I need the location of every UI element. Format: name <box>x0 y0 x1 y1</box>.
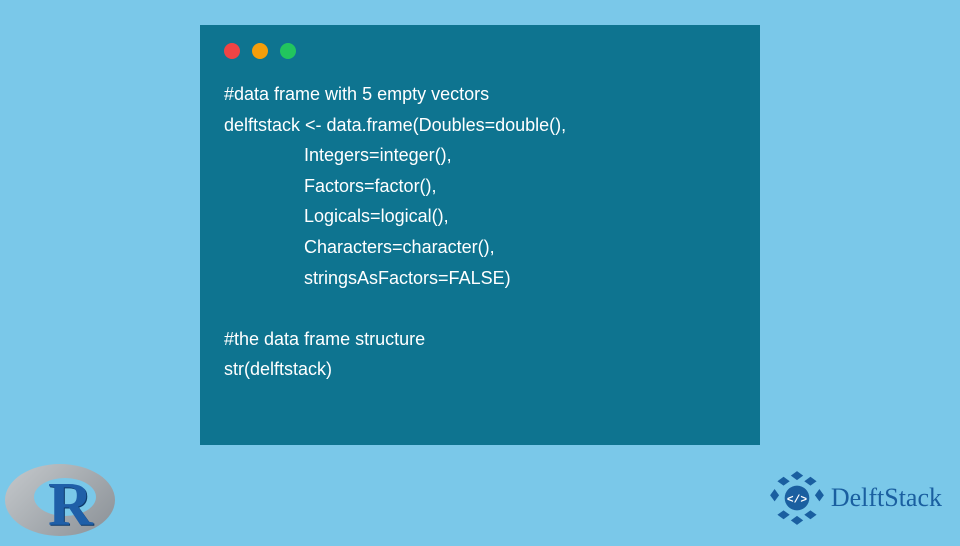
code-line: Logicals=logical(), <box>224 206 449 226</box>
minimize-icon <box>252 43 268 59</box>
code-content: #data frame with 5 empty vectors delftst… <box>224 79 736 385</box>
svg-text:</>: </> <box>787 494 807 506</box>
code-line: delftstack <- data.frame(Doubles=double(… <box>224 115 566 135</box>
code-window: #data frame with 5 empty vectors delftst… <box>200 25 760 445</box>
code-line: Integers=integer(), <box>224 145 452 165</box>
window-traffic-lights <box>224 43 736 59</box>
delftstack-label: DelftStack <box>831 483 942 513</box>
close-icon <box>224 43 240 59</box>
code-line: Factors=factor(), <box>224 176 437 196</box>
code-line: #data frame with 5 empty vectors <box>224 84 489 104</box>
maximize-icon <box>280 43 296 59</box>
code-line: stringsAsFactors=FALSE) <box>224 268 511 288</box>
r-logo-letter: R <box>48 470 93 541</box>
code-line: Characters=character(), <box>224 237 495 257</box>
code-line: str(delftstack) <box>224 359 332 379</box>
delftstack-icon: </> <box>769 470 825 526</box>
delftstack-logo: </> DelftStack <box>769 470 942 526</box>
code-line: #the data frame structure <box>224 329 425 349</box>
r-language-logo: R <box>0 456 120 546</box>
